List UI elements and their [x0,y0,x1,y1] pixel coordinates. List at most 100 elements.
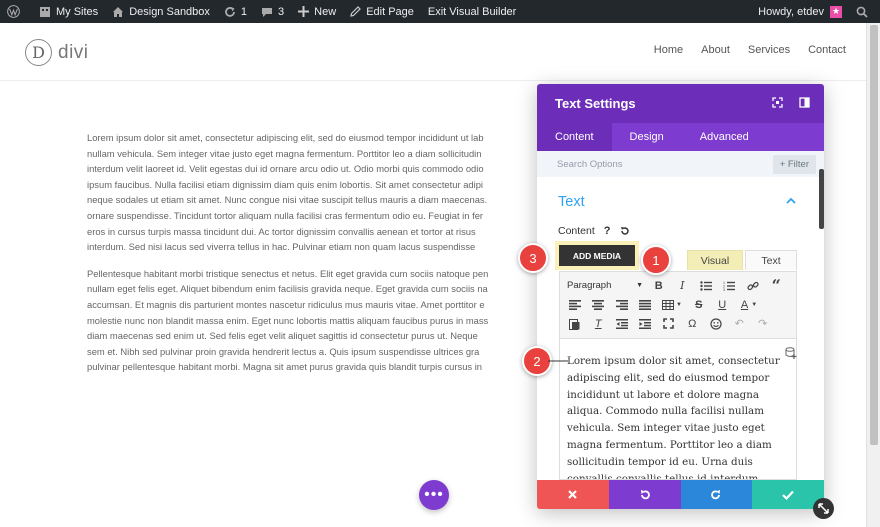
resize-icon [818,503,829,514]
content-field-label: Content ? [558,225,630,237]
expand-icon[interactable] [772,97,783,108]
special-character-icon[interactable]: Ω [681,314,705,333]
tab-advanced[interactable]: Advanced [682,123,767,151]
more-dots-icon: ••• [424,486,444,503]
paste-text-icon[interactable] [563,314,587,333]
paragraph-line: Lorem ipsum dolor sit amet, consectetur … [87,132,484,143]
paragraph-line: ornare suspendisse. Tincidunt tortor ali… [87,209,484,221]
format-select[interactable]: Paragraph ▼ [563,277,647,294]
bold-icon[interactable]: B [647,276,671,295]
comment-icon [262,7,273,17]
avatar: ★ [830,5,842,18]
text-module-content[interactable]: Lorem ipsum dolor sit amet, consectetur … [87,130,557,375]
chevron-down-icon: ▼ [636,282,643,289]
emoji-icon[interactable] [704,314,728,333]
text-color-icon[interactable]: A ▼ [734,295,764,314]
page-scrollbar[interactable] [866,23,880,527]
page-settings-button[interactable]: ••• [419,480,449,510]
refresh-icon [225,6,235,17]
indent-icon[interactable] [634,314,658,333]
editor-line: adipiscing elit, sed do eiusmod tempor [567,371,770,384]
nav-item-services[interactable]: Services [748,44,790,56]
dynamic-content-icon[interactable] [785,347,797,359]
reset-icon[interactable] [620,226,630,236]
exit-builder-link[interactable]: Exit Visual Builder [421,0,523,23]
my-sites-label: My Sites [56,5,99,18]
tab-content[interactable]: Content [537,123,612,151]
add-media-button[interactable]: ADD MEDIA [559,245,635,266]
wordpress-menu[interactable] [0,0,32,23]
content-label-text: Content [558,225,595,237]
blockquote-icon[interactable]: “ [765,276,789,295]
site-logo[interactable]: D divi [25,39,89,66]
text-section-title[interactable]: Text [558,194,585,210]
paragraph-line: Pellentesque habitant morbi tristique se… [87,267,489,279]
modal-title: Text Settings [555,96,636,111]
editor-toolbar: Paragraph ▼ B I 123 “ ▼ S U A ▼ T Ω ↶ ↷ [559,271,797,339]
account-menu[interactable]: Howdy, etdev ★ [751,0,849,23]
site-name-menu[interactable]: Design Sandbox [105,0,217,23]
italic-icon[interactable]: I [671,276,695,295]
new-label: New [314,5,337,18]
search-options-input[interactable]: Search Options [557,159,622,170]
callout-step-1: 1 [641,245,671,275]
sidebar-dock-icon[interactable] [799,97,810,108]
page-scrollbar-thumb[interactable] [870,25,878,445]
editor-content[interactable]: Lorem ipsum dolor sit amet, consectetur … [567,353,785,479]
paragraph-line: accumsan. Et magnis dis parturient monte… [87,298,485,310]
svg-text:3: 3 [723,288,725,291]
paragraph-line: nullam vehicula. Sem integer vitae justo… [87,147,482,159]
outdent-icon[interactable] [610,314,634,333]
link-icon[interactable] [741,276,765,295]
strikethrough-icon[interactable]: S [687,295,711,314]
paragraph-line: sem et. Nibh sed pulvinar proin gravida … [87,345,480,357]
updates-menu[interactable]: 1 [217,0,254,23]
wordpress-icon [7,5,20,18]
paragraph-line: interdum. Sed nisi lacus sed viverra tel… [87,241,476,253]
cancel-button[interactable] [537,480,609,509]
edit-page-link[interactable]: Edit Page [343,0,421,23]
table-icon[interactable]: ▼ [657,295,687,314]
admin-search[interactable] [849,0,880,23]
undo-button[interactable] [608,480,681,509]
editor-tab-text[interactable]: Text [745,250,797,270]
underline-icon[interactable]: U [711,295,735,314]
filter-button[interactable]: + Filter [772,154,816,174]
undo-icon[interactable]: ↶ [728,314,752,333]
paragraph-line: pulvinar pellentesque habitant morbi. Ma… [87,361,483,373]
my-sites-menu[interactable]: My Sites [32,0,105,23]
paragraph-line: diam maecenas sed enim ut. Sed felis ege… [87,330,478,342]
rich-text-editor[interactable]: Lorem ipsum dolor sit amet, consectetur … [559,339,797,480]
nav-item-contact[interactable]: Contact [808,44,846,56]
paragraph-line: nullam eget felis eget. Aliquet bibendum… [87,283,488,295]
paragraph-line: neque sodales ut etiam sit amet. Nunc co… [87,194,488,206]
nav-item-about[interactable]: About [701,44,730,56]
editor-tab-visual[interactable]: Visual [687,250,743,270]
align-justify-icon[interactable] [634,295,658,314]
tab-design[interactable]: Design [612,123,682,151]
numbered-list-icon[interactable]: 123 [718,276,742,295]
callout-step-3: 3 [518,243,548,273]
redo-button[interactable] [680,480,753,509]
format-select-value: Paragraph [567,280,612,291]
redo-icon[interactable]: ↷ [751,314,775,333]
undo-icon [640,489,650,499]
nav-item-home[interactable]: Home [654,44,683,56]
chevron-up-icon[interactable] [786,197,796,204]
modal-scrollbar[interactable] [819,169,824,229]
comments-menu[interactable]: 3 [254,0,291,23]
new-content-menu[interactable]: New [291,0,343,23]
modal-header[interactable]: Text Settings [537,84,824,123]
modal-resize-handle[interactable] [813,498,834,519]
site-header: D divi Home About Services Contact [0,23,866,81]
align-right-icon[interactable] [610,295,634,314]
fullscreen-icon[interactable] [657,314,681,333]
align-left-icon[interactable] [563,295,587,314]
paragraph-line: eros in cursus turpis massa tincidunt du… [87,225,476,237]
search-options-row: Search Options + Filter [537,151,824,177]
help-icon[interactable]: ? [604,225,611,237]
bullet-list-icon[interactable] [694,276,718,295]
clear-formatting-icon[interactable]: T [587,314,611,333]
align-center-icon[interactable] [587,295,611,314]
editor-line: sollicitudin tempor id eu. Urna duis [567,455,753,468]
